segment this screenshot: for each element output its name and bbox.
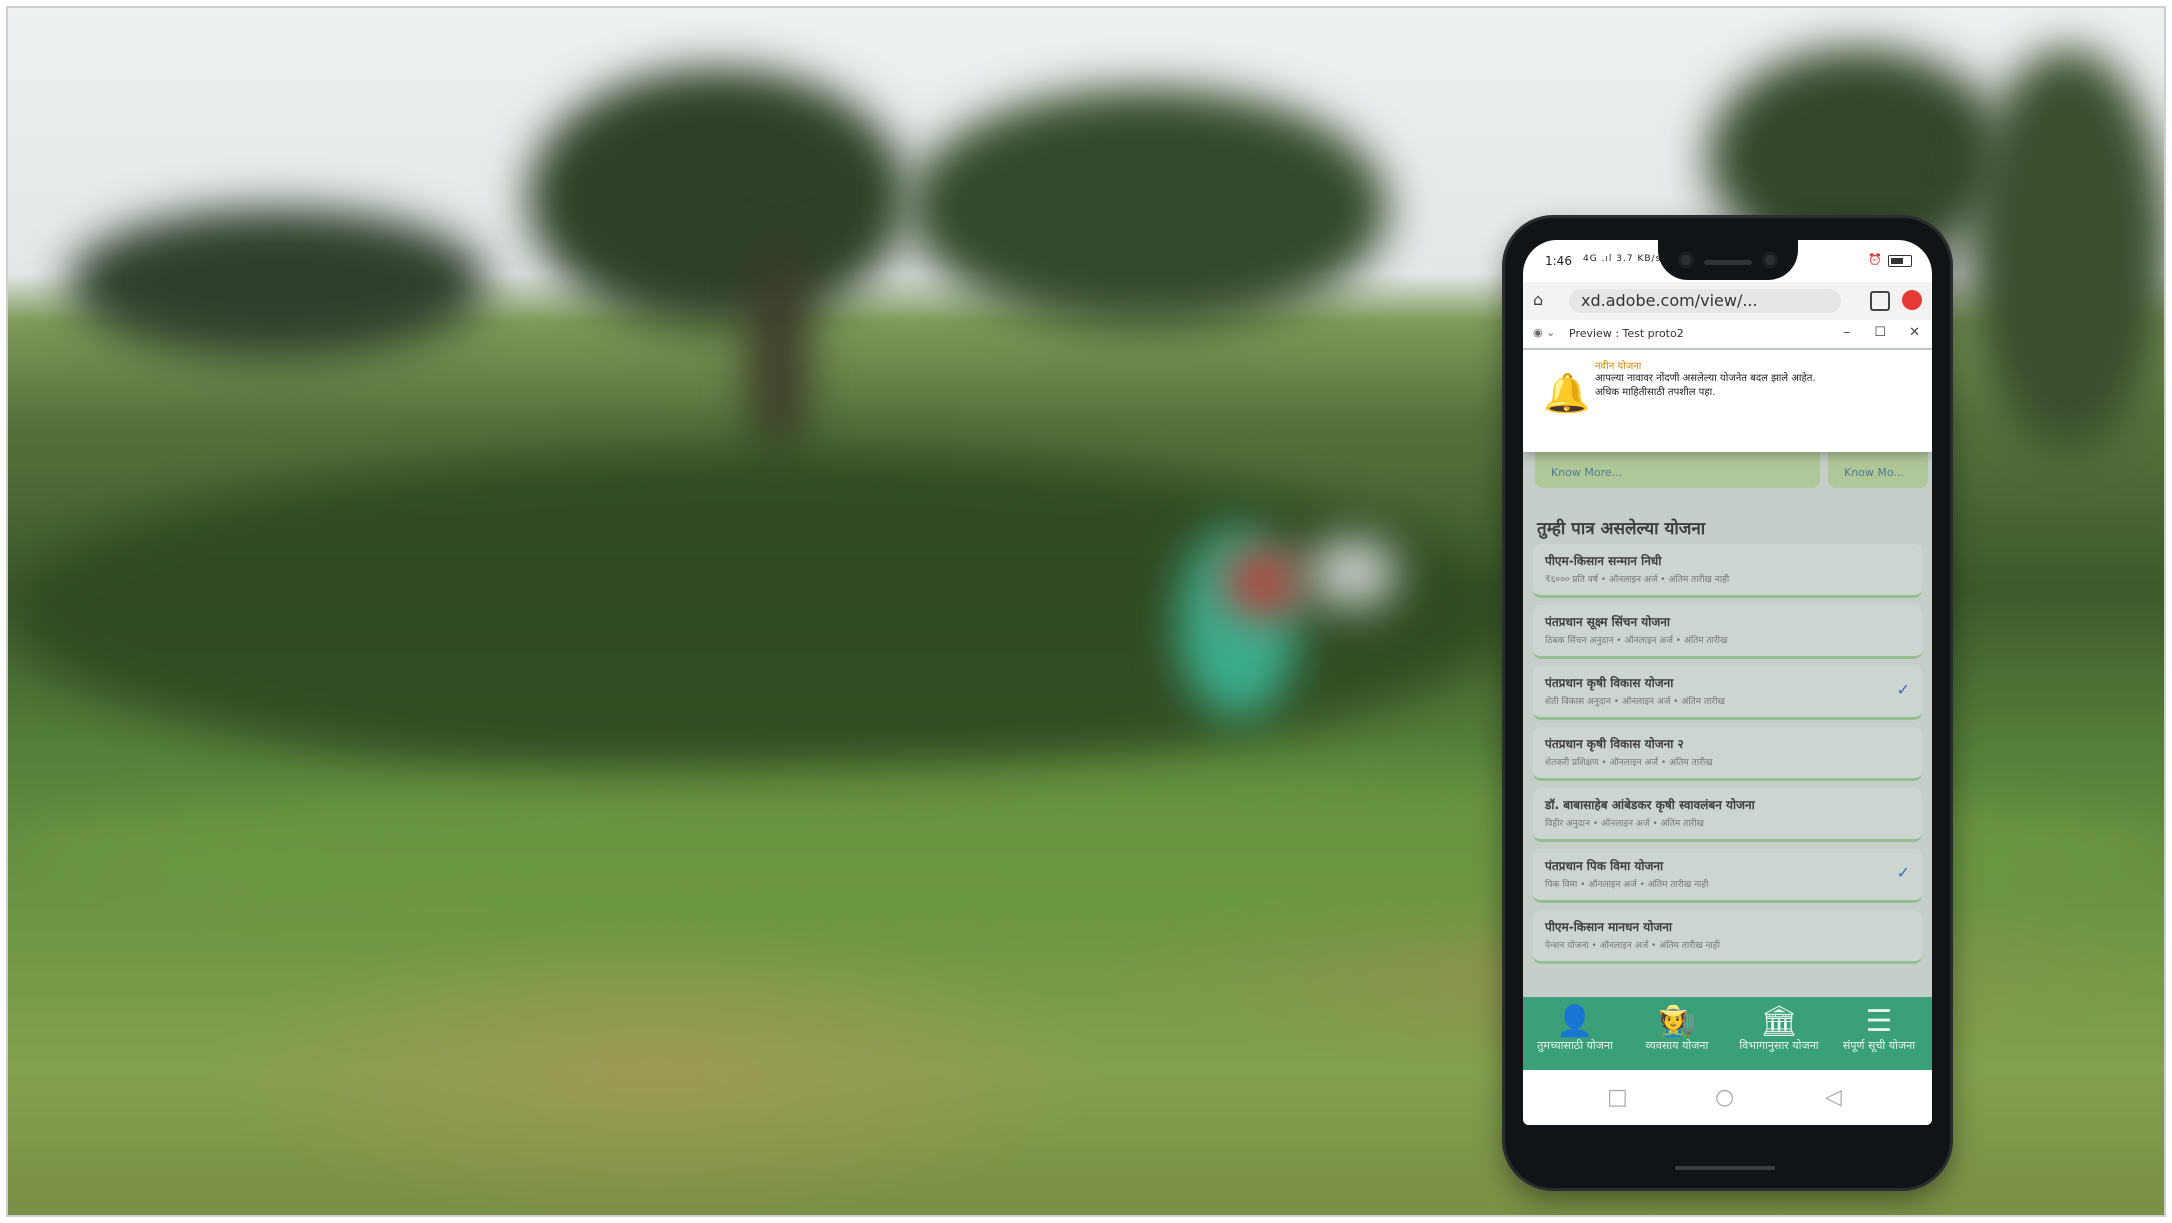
scheme-meta: शेती विकास अनुदान • ऑनलाइन अर्ज • अंतिम … (1545, 697, 1725, 707)
scheme-name: पंतप्रधान सूक्ष्म सिंचन योजना (1545, 615, 1671, 629)
speaker-grille (1704, 260, 1752, 265)
scheme-meta: पेन्शन योजना • ऑनलाइन अर्ज • अंतिम तारीख… (1545, 941, 1720, 951)
scheme-name: डॉ. बाबासाहेब आंबेडकर कृषी स्वावलंबन योज… (1545, 798, 1755, 812)
scheme-name: पंतप्रधान कृषी विकास योजना २ (1545, 737, 1684, 751)
scheme-item[interactable]: डॉ. बाबासाहेब आंबेडकर कृषी स्वावलंबन योज… (1533, 788, 1922, 842)
notification-body: आपल्या नावावर नोंदणी असलेल्या योजनेत बदल… (1595, 372, 1918, 400)
phone-screen: 1:46 4G .ıl 3.7 KB/s ⏰ ⌂ xd.adobe.com/vi… (1523, 240, 1932, 1125)
scheme-name: पीएम-किसान सन्मान निधी (1545, 554, 1662, 568)
scheme-name: पंतप्रधान पिक विमा योजना (1545, 859, 1664, 873)
alarm-icon: ⏰ (1868, 253, 1882, 266)
nav-item-business[interactable]: 🧑‍🌾 व्यवसाय योजना (1627, 1004, 1727, 1053)
bank-icon: 🏛 (1759, 1004, 1799, 1039)
scheme-item[interactable]: पंतप्रधान कृषी विकास योजना २ शेतकरी प्रशि… (1533, 727, 1922, 781)
phone-home-indicator (1675, 1166, 1775, 1170)
notification-subtext: अधिक माहितीसाठी तपशील पहा. (1595, 387, 1716, 398)
recents-button[interactable]: □ (1607, 1085, 1628, 1110)
scheme-meta: विहीर अनुदान • ऑनलाइन अर्ज • अंतिम तारीख (1545, 819, 1704, 829)
scheme-item[interactable]: पंतप्रधान कृषी विकास योजना शेती विकास अनु… (1533, 666, 1922, 720)
scheme-meta: ठिबक सिंचन अनुदान • ऑनलाइन अर्ज • अंतिम … (1545, 636, 1728, 646)
list-icon: ☰ (1865, 1004, 1893, 1039)
promo-cards: Know More... Know Mo... (1523, 452, 1932, 492)
nav-label: तुमच्यासाठी योजना (1537, 1039, 1613, 1052)
status-time: 1:46 (1545, 254, 1572, 268)
scheme-name: पंतप्रधान कृषी विकास योजना (1545, 676, 1674, 690)
promo-card-1[interactable]: Know More... (1535, 452, 1820, 488)
system-nav-bar: □ ○ ◁ (1523, 1070, 1932, 1125)
preview-menu-icon[interactable]: ◉ ⌄ (1533, 326, 1555, 339)
person-icon: 👤 (1556, 1004, 1594, 1039)
url-field[interactable]: xd.adobe.com/view/... (1569, 289, 1841, 313)
signal-indicator: 4G .ıl 3.7 KB/s (1583, 254, 1662, 264)
know-more-link-2[interactable]: Know Mo... (1844, 466, 1904, 479)
scheme-meta: पिक विमा • ऑनलाइन अर्ज • अंतिम तारीख नाह… (1545, 880, 1709, 890)
scheme-item[interactable]: पीएम-किसान सन्मान निधी ₹६००० प्रति वर्ष •… (1533, 544, 1922, 598)
home-icon[interactable]: ⌂ (1533, 290, 1543, 309)
minimize-button[interactable]: – (1844, 325, 1851, 340)
preview-title-bar: ◉ ⌄ Preview : Test proto2 – ☐ ✕ (1523, 320, 1932, 349)
scheme-meta: ₹६००० प्रति वर्ष • ऑनलाइन अर्ज • अंतिम त… (1545, 575, 1730, 585)
front-camera-icon (1678, 252, 1694, 268)
phone-notch (1658, 240, 1798, 280)
back-button[interactable]: ◁ (1825, 1085, 1842, 1110)
tabs-icon[interactable] (1870, 291, 1890, 311)
scheme-meta: शेतकरी प्रशिक्षण • ऑनलाइन अर्ज • अंतिम त… (1545, 758, 1713, 768)
scheme-item[interactable]: पंतप्रधान सूक्ष्म सिंचन योजना ठिबक सिंचन … (1533, 605, 1922, 659)
checkmark-icon: ✓ (1896, 680, 1910, 699)
extension-icon[interactable] (1902, 290, 1922, 310)
farmer-icon: 🧑‍🌾 (1658, 1004, 1696, 1039)
scheme-item[interactable]: पीएम-किसान मानधन योजना पेन्शन योजना • ऑनल… (1533, 910, 1922, 964)
notification-title: नवीन योजना (1595, 361, 1642, 372)
close-button[interactable]: ✕ (1909, 325, 1920, 340)
maximize-button[interactable]: ☐ (1874, 325, 1886, 340)
scheme-list: पीएम-किसान सन्मान निधी ₹६००० प्रति वर्ष •… (1533, 544, 1922, 971)
scheme-item[interactable]: पंतप्रधान पिक विमा योजना पिक विमा • ऑनलाइ… (1533, 849, 1922, 903)
nav-label: संपूर्ण सूची योजना (1842, 1039, 1916, 1052)
smartphone: 1:46 4G .ıl 3.7 KB/s ⏰ ⌂ xd.adobe.com/vi… (1505, 218, 1950, 1188)
nav-item-for-you[interactable]: 👤 तुमच्यासाठी योजना (1525, 1004, 1625, 1053)
promo-card-2[interactable]: Know Mo... (1828, 452, 1928, 488)
section-title: तुम्ही पात्र असलेल्या योजना (1537, 519, 1706, 539)
nav-item-department[interactable]: 🏛 विभागानुसार योजना (1729, 1004, 1829, 1053)
home-button[interactable]: ○ (1715, 1085, 1734, 1110)
video-frame: 1:46 4G .ıl 3.7 KB/s ⏰ ⌂ xd.adobe.com/vi… (6, 6, 2166, 1217)
notification-text: आपल्या नावावर नोंदणी असलेल्या योजनेत बदल… (1595, 373, 1816, 384)
nav-item-full-list[interactable]: ☰ संपूर्ण सूची योजना (1829, 1004, 1929, 1053)
nav-label: विभागानुसार योजना (1739, 1039, 1819, 1052)
browser-url-bar[interactable]: ⌂ xd.adobe.com/view/... (1523, 282, 1932, 321)
push-notification[interactable]: 🔔 नवीन योजना आपल्या नावावर नोंदणी असलेल्… (1523, 350, 1932, 452)
checkmark-icon: ✓ (1896, 863, 1910, 882)
front-sensor-icon (1762, 252, 1778, 268)
scheme-name: पीएम-किसान मानधन योजना (1545, 920, 1673, 934)
bell-icon: 🔔 (1543, 371, 1591, 415)
know-more-link-1[interactable]: Know More... (1551, 466, 1622, 479)
battery-icon (1888, 255, 1912, 267)
nav-label: व्यवसाय योजना (1645, 1039, 1709, 1052)
preview-title: Preview : Test proto2 (1569, 327, 1684, 340)
